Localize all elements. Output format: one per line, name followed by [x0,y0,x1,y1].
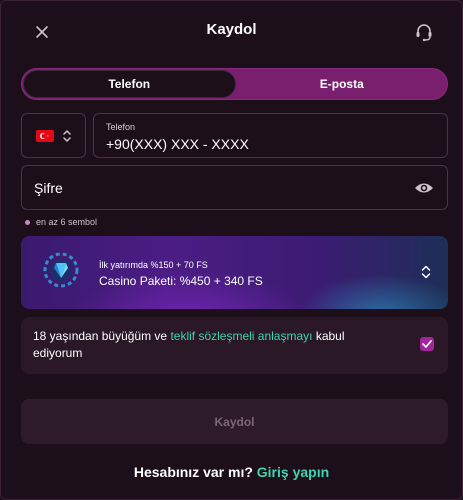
submit-button[interactable]: Kaydol [21,399,448,444]
bonus-package-select[interactable]: İlk yatırımda %150 + 70 FS Casino Paketi… [21,236,448,309]
chevron-updown-icon [62,129,71,142]
password-input[interactable] [34,180,394,196]
chevron-updown-icon [421,265,431,279]
tab-email[interactable]: E-posta [237,69,448,99]
modal-header: Kaydol [1,1,462,61]
toggle-password-visibility-button[interactable] [413,178,435,198]
login-prompt: Hesabınız var mı? Giriş yapın [1,464,462,480]
casino-chip-icon [43,252,79,288]
terms-link[interactable]: teklif sözleşmeli anlaşmayı [170,329,312,343]
checkmark-icon [422,340,432,348]
bonus-title: Casino Paketi: %450 + 340 FS [99,274,263,288]
hint-dot-icon [25,219,30,225]
phone-input[interactable] [106,136,426,152]
phone-label: Telefon [106,122,136,132]
terms-text-before: 18 yaşından büyüğüm ve [33,329,171,343]
login-question: Hesabınız var mı? [133,464,253,480]
phone-field: Telefon [93,113,448,158]
signup-modal: Kaydol Telefon E-posta Telefon +90(XXX) … [0,0,463,500]
support-button[interactable] [412,20,436,44]
turkey-flag-icon [35,129,54,142]
terms-checkbox[interactable] [420,337,434,351]
headset-support-icon [416,24,432,42]
modal-title: Kaydol [206,21,257,38]
password-hint-text: en az 6 sembol [36,217,98,227]
password-hint: en az 6 sembol [25,217,97,227]
terms-text: 18 yaşından büyüğüm ve teklif sözleşmeli… [33,328,393,362]
bonus-subtitle: İlk yatırımda %150 + 70 FS [99,260,208,270]
eye-icon [415,183,433,193]
password-field [21,165,448,210]
tab-phone[interactable]: Telefon [23,70,236,98]
signup-method-tabs: Telefon E-posta [21,68,448,100]
login-link[interactable]: Giriş yapın [257,464,329,480]
country-code-select[interactable] [21,113,86,158]
terms-agreement: 18 yaşından büyüğüm ve teklif sözleşmeli… [21,317,448,374]
